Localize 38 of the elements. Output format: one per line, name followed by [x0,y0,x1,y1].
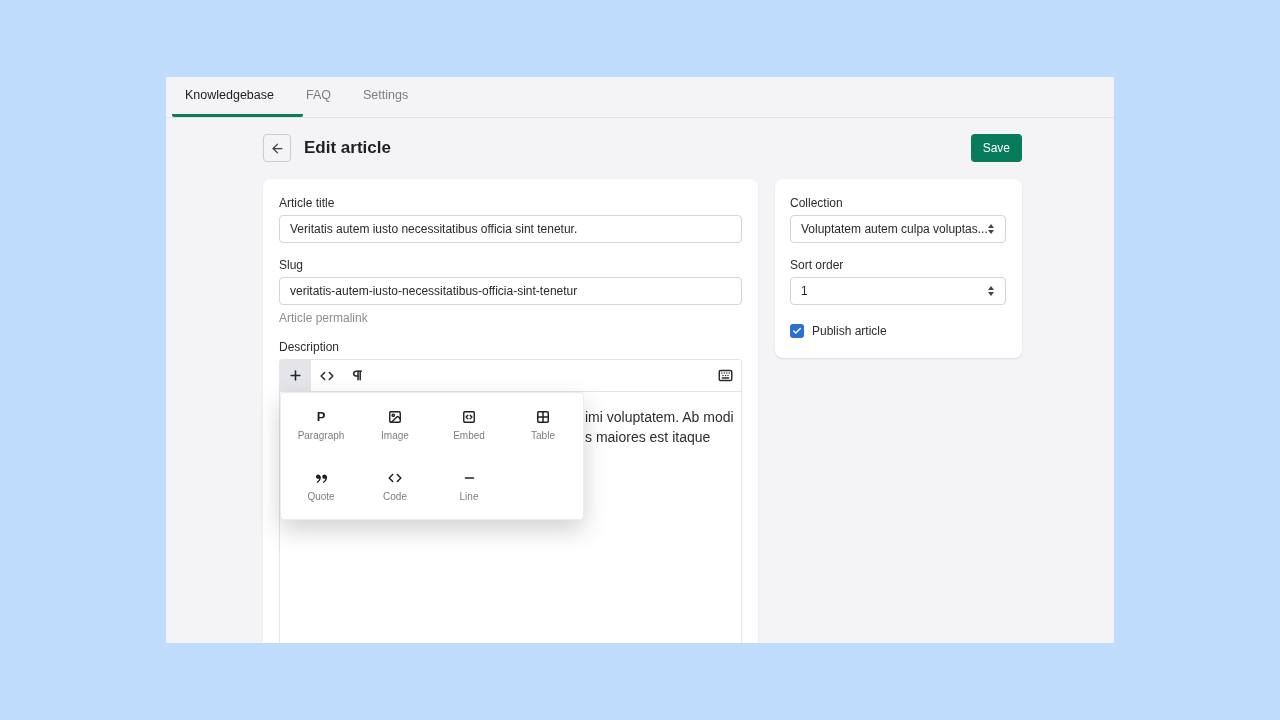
up-down-icon [988,286,994,296]
checkbox[interactable] [790,324,804,338]
field-label: Slug [279,257,305,273]
tab[interactable]: FAQ [302,77,360,117]
letter-p-icon: P [316,410,326,424]
back-button[interactable] [263,134,291,162]
insert-menu-item[interactable]: Line [432,461,506,522]
code-icon [388,471,402,485]
page-title: Edit article [304,137,391,160]
field-label: Collection [790,195,844,211]
select-field[interactable]: Voluptatem autem culpa voluptas... [790,215,1006,243]
tab[interactable]: Knowledgebase [172,77,303,117]
rich-text-editor[interactable]: imi voluptatem. Ab modi s maiores est itaque P Paragraph Image Embed Table Quote Code Line [279,359,742,643]
insert-menu-item[interactable]: Embed [432,400,506,461]
plus-icon [288,368,303,383]
keyboard-icon [718,368,733,383]
up-down-icon [988,224,994,234]
select-field[interactable]: 1 [790,277,1006,305]
text-input[interactable]: veritatis-autem-iusto-necessitatibus-officia-sint-tenetur [279,277,742,305]
text-input[interactable]: Veritatis autem iusto necessitatibus officia sint tenetur. [279,215,742,243]
checkbox-label: Publish article [812,323,887,340]
image-icon [388,410,402,424]
save-button[interactable]: Save [970,134,1022,162]
help-text: Article permalink [279,310,369,326]
field-label: Article title [279,195,336,211]
insert-menu-item[interactable]: Image [358,400,432,461]
insert-menu-item[interactable]: Code [358,461,432,522]
table-icon [536,410,550,424]
field-label: Description [279,339,341,355]
field-label: Sort order [790,257,845,273]
tab[interactable]: Settings [360,77,438,117]
insert-menu-item[interactable]: Quote [284,461,358,522]
editor-text: imi voluptatem. Ab modi s maiores est itaque [585,408,735,447]
insert-menu-item[interactable]: P Paragraph [284,400,358,461]
insert-menu-item[interactable]: Table [506,400,580,461]
pilcrow-icon [351,369,364,382]
embed-icon [462,410,476,424]
check-icon [792,326,802,336]
